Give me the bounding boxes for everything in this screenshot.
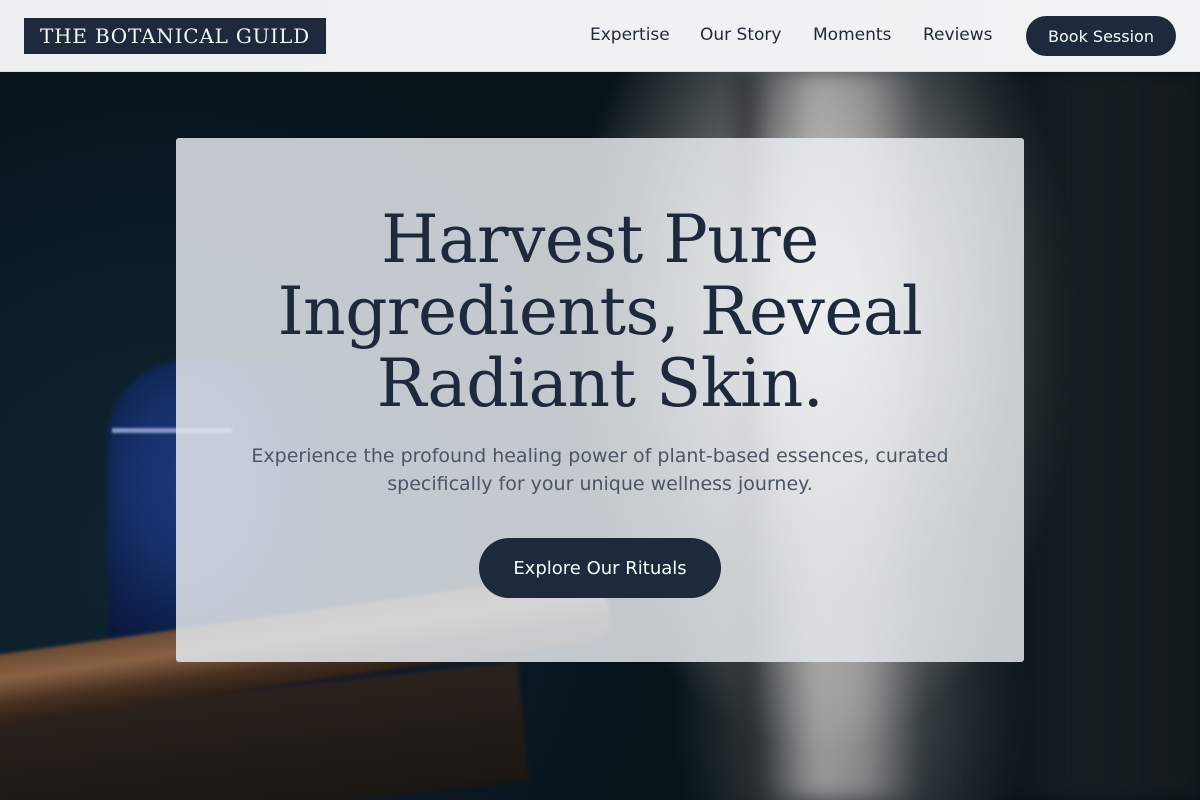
- main-nav: Expertise Our Story Moments Reviews Book…: [0, 0, 1200, 72]
- hero-subtitle: Experience the profound healing power of…: [251, 445, 949, 495]
- site-header: THE BOTANICAL GUILD Expertise Our Story …: [0, 0, 1200, 72]
- nav-link-moments[interactable]: Moments: [813, 25, 891, 45]
- book-session-button[interactable]: Book Session: [1026, 16, 1176, 56]
- explore-rituals-button[interactable]: Explore Our Rituals: [479, 538, 721, 598]
- hero-card: Harvest Pure Ingredients, Reveal Radiant…: [176, 138, 1024, 662]
- nav-link-expertise[interactable]: Expertise: [590, 25, 670, 45]
- nav-link-our-story[interactable]: Our Story: [700, 25, 781, 45]
- hero-title: Harvest Pure Ingredients, Reveal Radiant…: [277, 201, 923, 422]
- nav-link-reviews[interactable]: Reviews: [923, 25, 993, 45]
